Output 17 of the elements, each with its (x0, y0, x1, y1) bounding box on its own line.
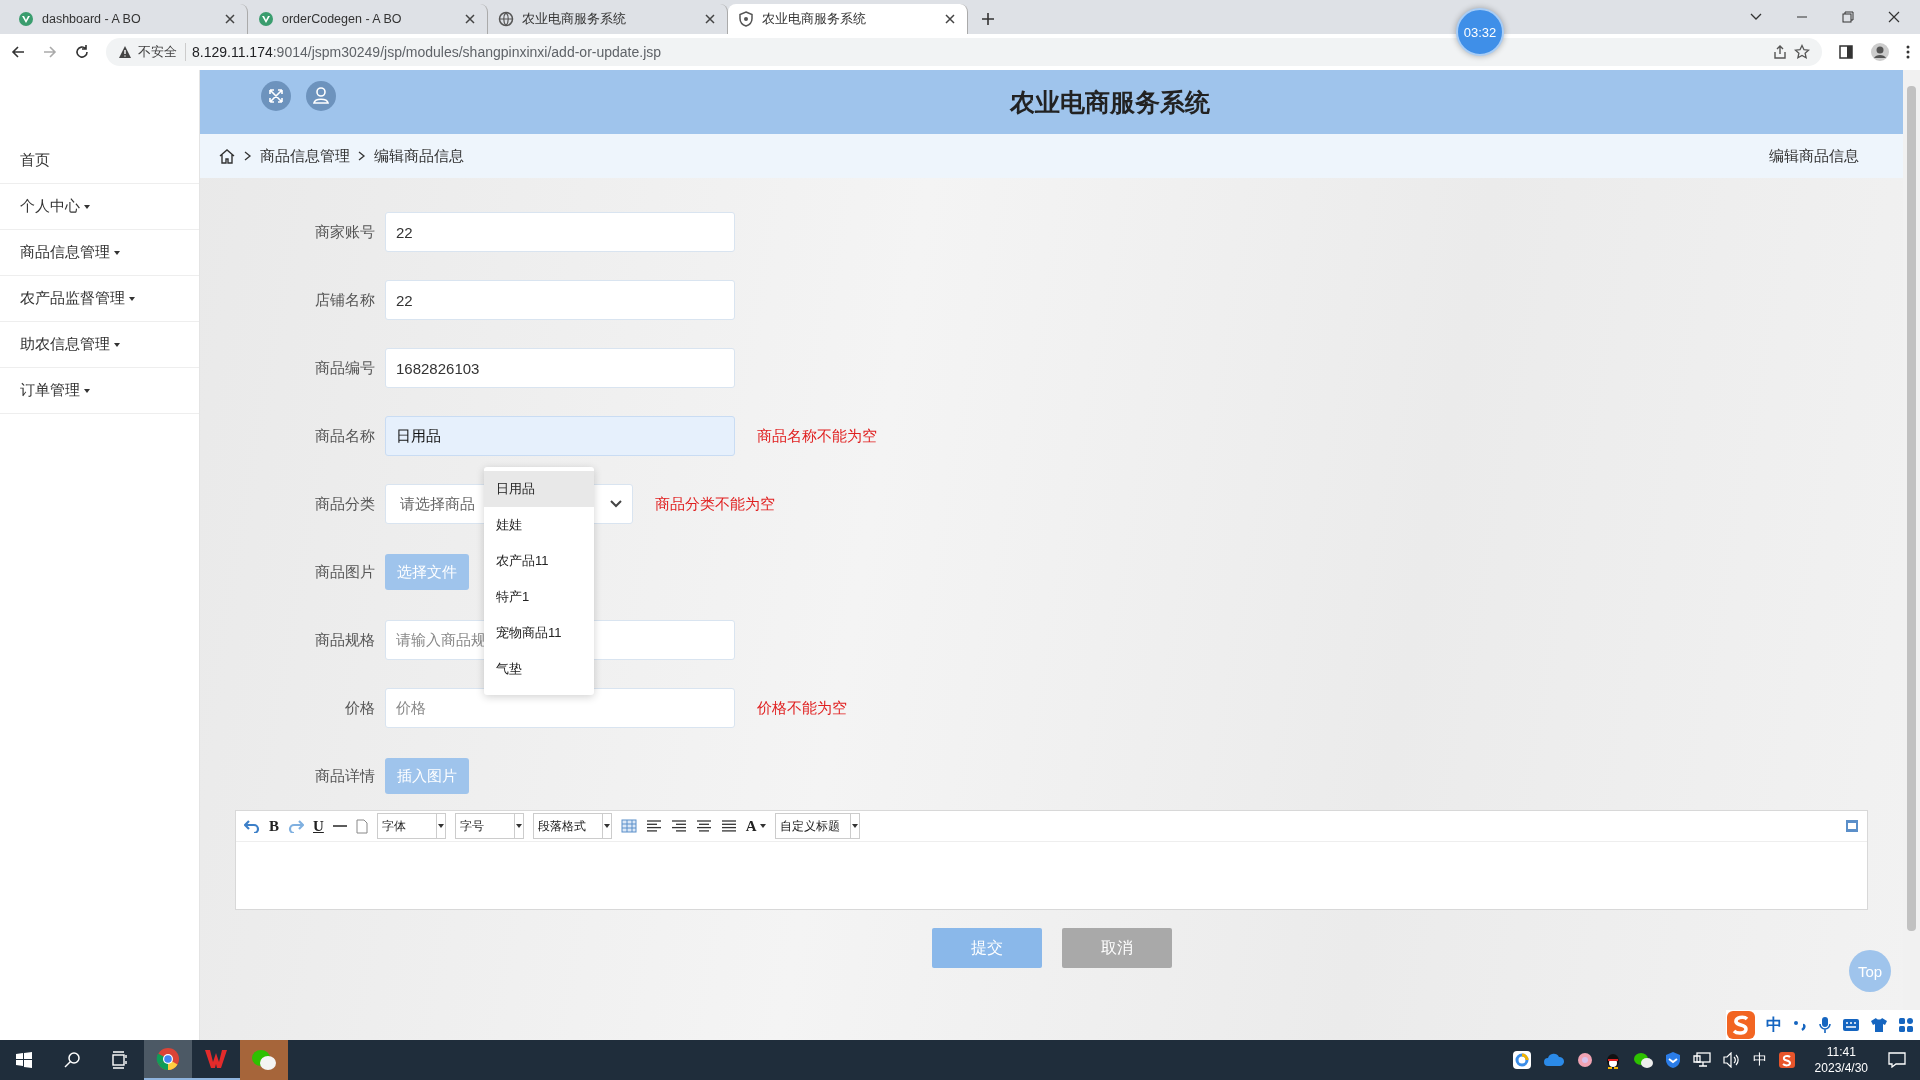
field-label: 商品详情 (314, 766, 375, 786)
error-message: 商品分类不能为空 (655, 494, 775, 514)
field-label: 商品编号 (314, 358, 375, 378)
error-message: 商品名称不能为空 (757, 426, 877, 446)
field-label: 商品名称 (314, 426, 375, 446)
app-title: 农业电商服务系统 (1009, 86, 1210, 118)
field-label: 商品分类 (314, 494, 375, 514)
field-label: 商家账号 (314, 222, 375, 242)
field-label: 店铺名称 (314, 290, 375, 310)
timer-badge: 03:32 (1456, 8, 1504, 56)
field-label: 商品图片 (314, 562, 375, 582)
page-title: 编辑商品信息 (1769, 146, 1859, 166)
field-label: 价格 (344, 698, 375, 718)
security-label: 不安全 (138, 43, 186, 61)
field-label: 商品规格 (314, 630, 375, 650)
url-text: 8.129.11.174:9014/jspm30249/jsp/modules/shangpinxinxi/add-or-update.jsp (192, 44, 662, 60)
error-message: 价格不能为空 (757, 698, 847, 718)
